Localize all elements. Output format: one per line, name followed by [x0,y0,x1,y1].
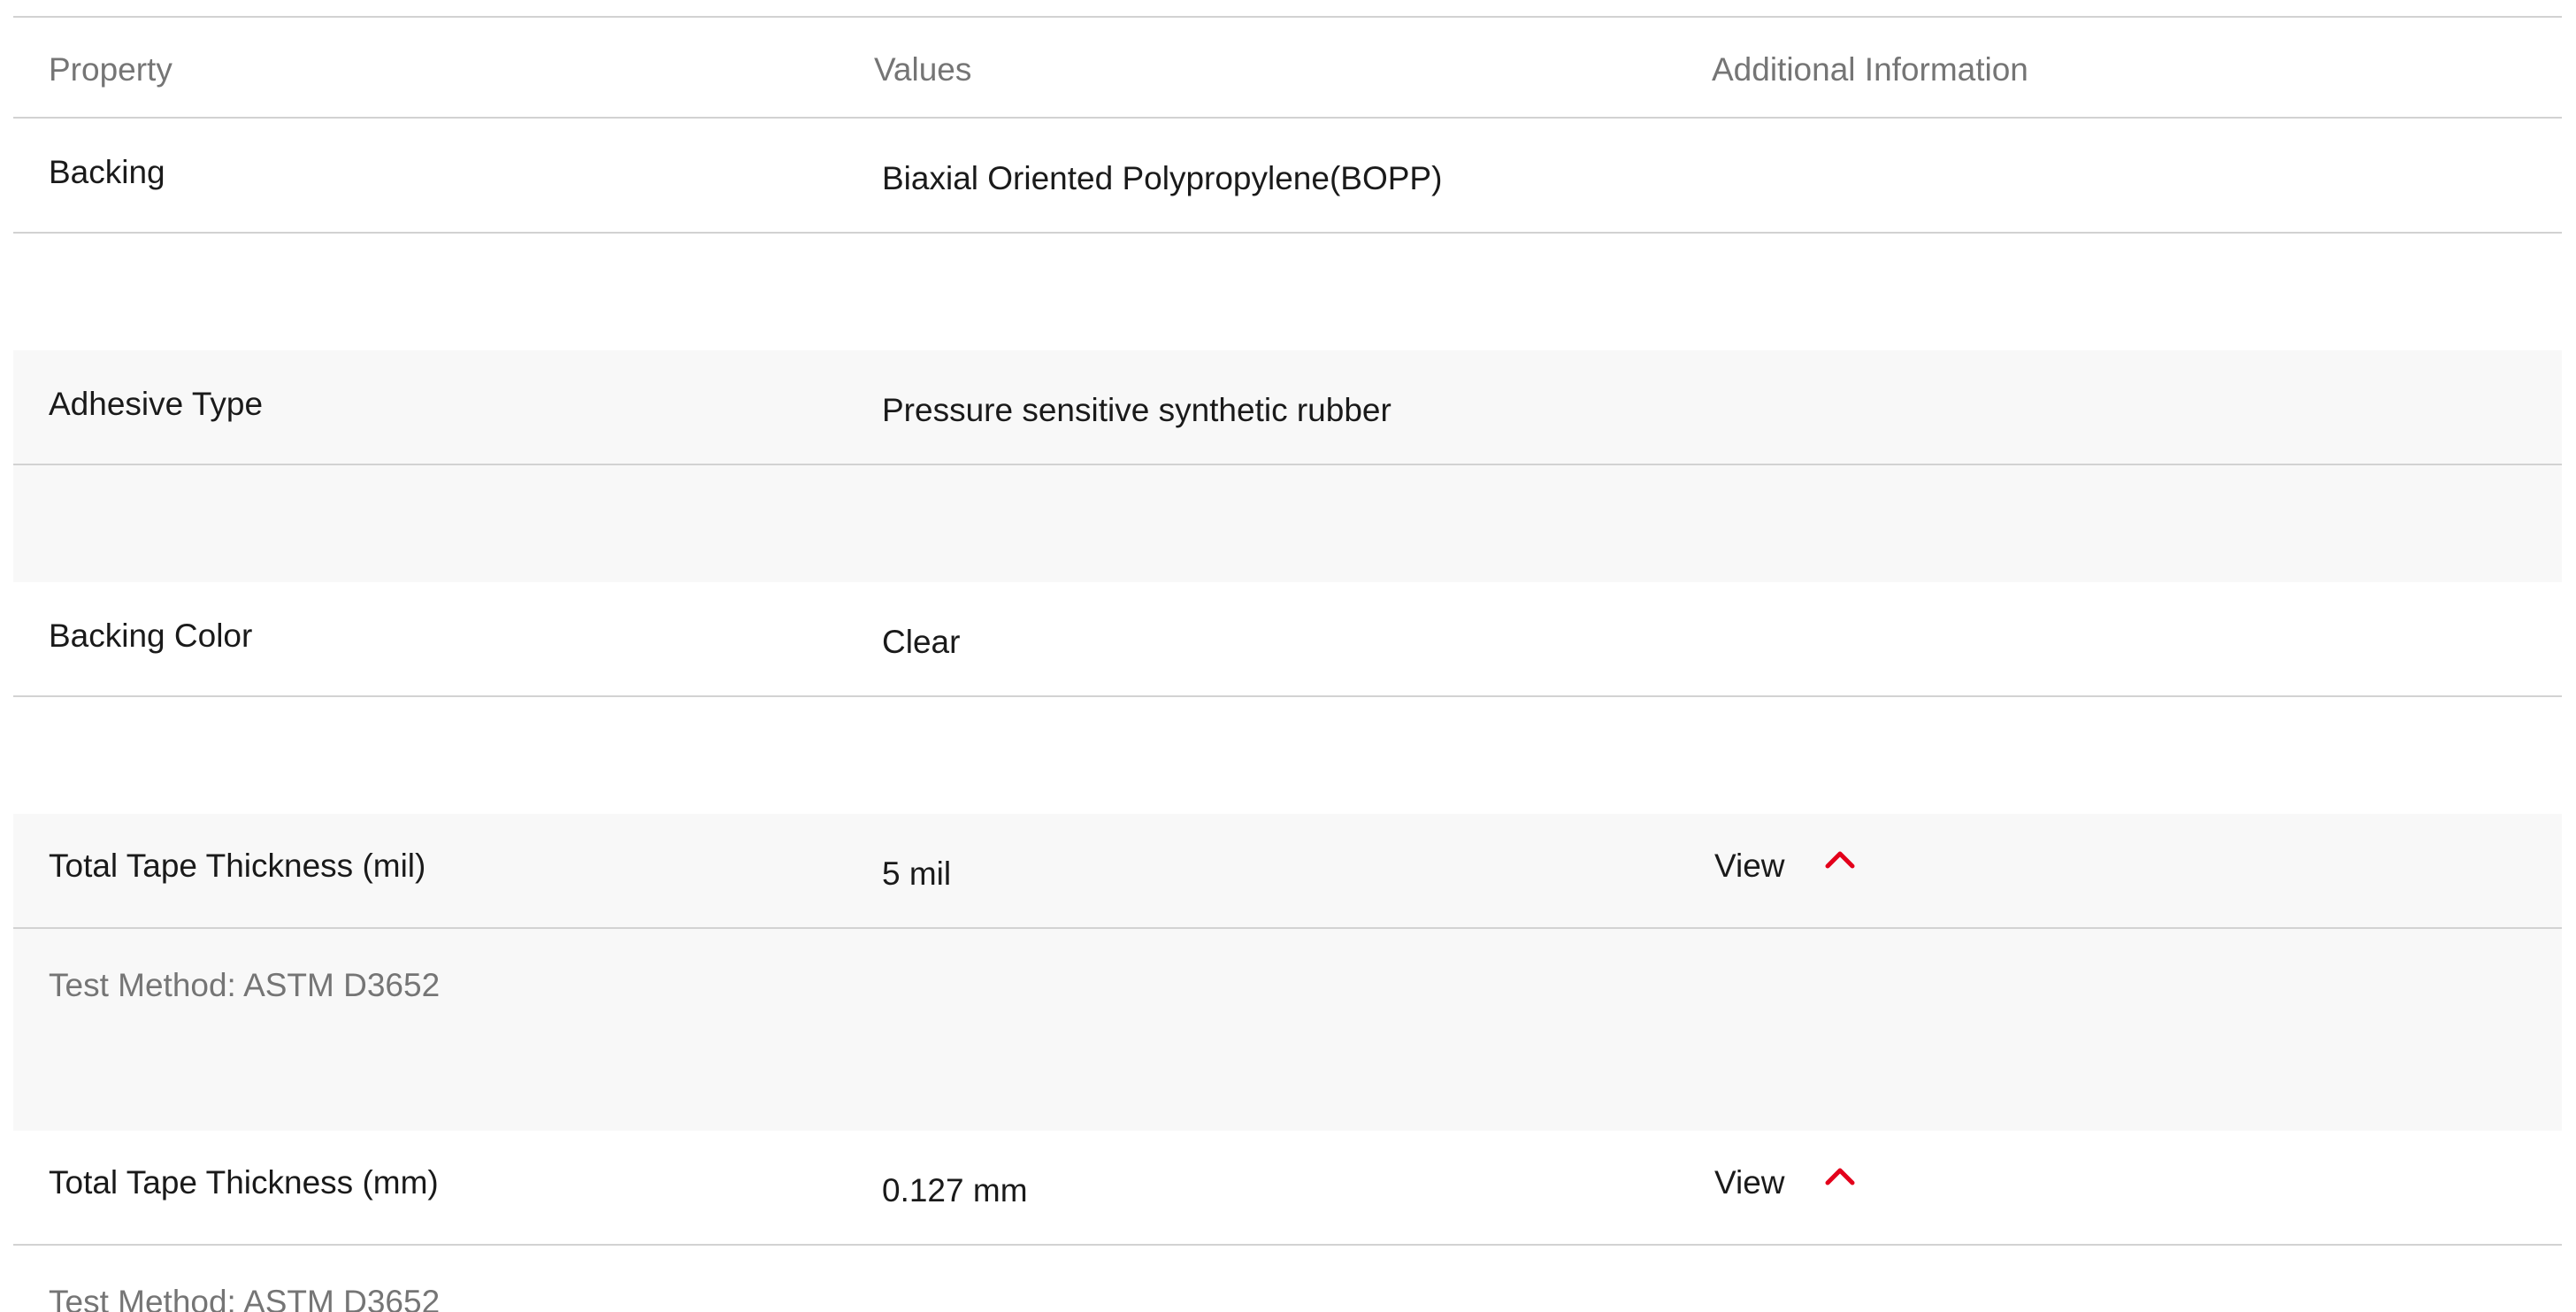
property-label: Backing Color [49,618,253,654]
table-header: Property Values Additional Information [13,16,2562,119]
row-spacer [13,234,2562,350]
property-label: Backing [49,154,165,190]
chevron-up-icon[interactable] [1825,849,1855,869]
table-row: Adhesive Type Pressure sensitive synthet… [13,350,2562,465]
table-row: Total Tape Thickness (mm) 0.127 mm View [13,1131,2562,1246]
test-method-text: Test Method: ASTM D3652 [49,967,441,1003]
table-row: Backing Color Clear [13,582,2562,697]
chevron-up-icon[interactable] [1825,1166,1855,1185]
row-spacer [13,465,2562,582]
test-method-panel: Test Method: ASTM D3652 [13,1246,2562,1312]
property-label: Total Tape Thickness (mm) [49,1164,439,1201]
row-spacer [13,697,2562,814]
property-value: Clear [882,624,961,660]
property-value: 0.127 mm [882,1172,1028,1208]
table-row: Total Tape Thickness (mil) 5 mil View [13,814,2562,929]
header-property: Property [49,51,172,88]
table-row: Backing Biaxial Oriented Polypropylene(B… [13,119,2562,234]
property-value: Biaxial Oriented Polypropylene(BOPP) [882,160,1443,196]
properties-table: Property Values Additional Information B… [13,0,2562,1312]
test-method-text: Test Method: ASTM D3652 [49,1284,441,1312]
test-method-panel: Test Method: ASTM D3652 [13,929,2562,1131]
property-value: 5 mil [882,855,952,892]
property-label: Total Tape Thickness (mil) [49,848,426,884]
view-link[interactable]: View [1714,1166,1785,1199]
header-additional-information: Additional Information [1712,51,2028,88]
property-label: Adhesive Type [49,386,264,422]
header-values: Values [874,51,972,88]
property-value: Pressure sensitive synthetic rubber [882,392,1392,428]
view-link[interactable]: View [1714,849,1785,882]
